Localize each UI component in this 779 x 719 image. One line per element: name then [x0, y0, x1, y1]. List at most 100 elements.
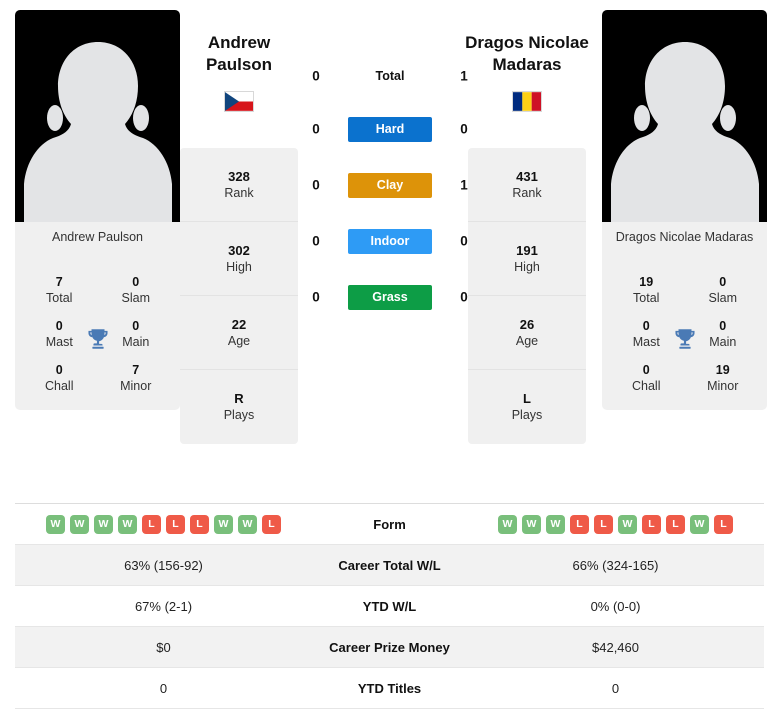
rank-stat: 328 Rank: [180, 148, 298, 222]
surface-wins-left: 0: [312, 289, 320, 305]
surface-wins-left: 0: [312, 68, 320, 84]
form-badge[interactable]: W: [70, 514, 89, 534]
rank-label: High: [226, 259, 252, 274]
rank-value: 26: [519, 316, 535, 332]
surface-wins-right: 0: [460, 289, 468, 305]
titles-grid-right: 19 Total 0 Slam 0 Mast 0 Main 0 Chall 19…: [602, 268, 767, 410]
form-badge[interactable]: W: [522, 514, 541, 534]
form-badge[interactable]: L: [594, 514, 613, 534]
rank-stat: R Plays: [180, 370, 298, 444]
form-badge[interactable]: L: [666, 514, 685, 534]
player-photo-right: [602, 10, 767, 222]
surface-row-clay: 0 Clay 1: [300, 171, 480, 199]
rank-value: L: [523, 391, 531, 406]
player-silhouette-icon: [610, 42, 759, 222]
table-row: 63% (156-92) Career Total W/L 66% (324-165…: [15, 544, 764, 586]
form-badge[interactable]: W: [546, 514, 565, 534]
rank-label: Plays: [223, 408, 255, 422]
form-badge[interactable]: W: [94, 514, 113, 534]
title-value: 0: [719, 275, 727, 289]
form-badge[interactable]: L: [570, 514, 589, 534]
rank-label: Rank: [224, 185, 254, 200]
title-label: Chall: [632, 379, 661, 393]
player-name-left-line1: Andrew: [207, 33, 271, 52]
surface-wins-right: 0: [460, 121, 468, 137]
rank-stat: 431 Rank: [468, 148, 586, 222]
cmp-label: Career Prize Money: [312, 626, 467, 668]
cmp-value-left: 63% (156-92): [15, 544, 312, 586]
cmp-value-right: $42,460: [467, 626, 764, 668]
rank-stat: 22 Age: [180, 296, 298, 370]
form-badge[interactable]: W: [118, 514, 137, 534]
form-badge[interactable]: W: [46, 514, 65, 534]
surface-wins-left: 0: [312, 233, 320, 249]
form-badge[interactable]: L: [642, 514, 661, 534]
table-row: 67% (2-1) YTD W/L 0% (0-0): [15, 585, 764, 627]
comparison-table: W W W W L L L W W L Form W W W L L W L L W L 63% (156-92) Care…: [15, 503, 764, 709]
surface-h2h-bars: 0 Total 1 0 Hard 0 0 Clay 1 0 Indoor 0 0 Grass 0: [300, 62, 480, 339]
cmp-value-right: 66% (324-165): [467, 544, 764, 586]
surface-label-clay[interactable]: Clay: [348, 172, 432, 198]
player-photo-name-left: Andrew Paulson: [51, 230, 144, 244]
rank-stat: 191 High: [468, 222, 586, 296]
form-badge[interactable]: W: [618, 514, 637, 534]
title-stat: 0 Slam: [685, 268, 762, 310]
title-label: Slam: [708, 291, 737, 305]
rank-value: 302: [228, 242, 250, 258]
surface-label-indoor[interactable]: Indoor: [348, 228, 432, 254]
trophy-icon: [87, 329, 108, 349]
player-overview-section: Andrew Paulson 7 Total 0 Slam 0 Mast 0 M…: [0, 0, 779, 490]
surface-label-hard[interactable]: Hard: [348, 116, 432, 142]
rank-value: 328: [228, 168, 250, 184]
rank-label: Plays: [511, 408, 543, 422]
title-value: 19: [715, 363, 730, 377]
surface-label-grass[interactable]: Grass: [348, 284, 432, 310]
player-card-right[interactable]: Dragos Nicolae Madaras 19 Total 0 Slam 0…: [602, 10, 767, 410]
title-stat: 19 Minor: [685, 356, 762, 398]
ro-flag-icon: [512, 91, 542, 112]
title-value: 0: [132, 275, 140, 289]
cz-flag-icon: [224, 91, 254, 112]
cmp-value-left: $0: [15, 626, 312, 668]
rank-stat: L Plays: [468, 370, 586, 444]
surface-wins-right: 1: [460, 68, 468, 84]
cmp-value-left: WWWWLLLWWL: [15, 503, 312, 545]
surface-row-total: 0 Total 1: [300, 62, 480, 90]
form-badges-left: WWWWLLLWWL: [15, 514, 312, 534]
title-value: 7: [55, 275, 63, 289]
form-badge[interactable]: L: [714, 514, 733, 534]
form-badge[interactable]: L: [262, 514, 281, 534]
form-badge[interactable]: W: [214, 514, 233, 534]
table-row: 0 YTD Titles 0: [15, 667, 764, 709]
rank-stat: 26 Age: [468, 296, 586, 370]
rank-card-left: 328 Rank 302 High 22 Age R Plays: [180, 148, 298, 444]
rank-label: Age: [515, 333, 539, 348]
trophy-icon: [674, 329, 695, 349]
form-badge[interactable]: L: [142, 514, 161, 534]
form-badge[interactable]: L: [166, 514, 185, 534]
rank-card-right: 431 Rank 191 High 26 Age L Plays: [468, 148, 586, 444]
surface-row-grass: 0 Grass 0: [300, 283, 480, 311]
title-value: 0: [642, 363, 650, 377]
cmp-label: YTD W/L: [312, 585, 467, 627]
cmp-label: YTD Titles: [312, 667, 467, 709]
form-badge[interactable]: W: [498, 514, 517, 534]
title-stat: 7 Total: [21, 268, 98, 310]
cmp-label: Form: [312, 503, 467, 545]
title-value: 0: [55, 363, 63, 377]
form-badge[interactable]: W: [690, 514, 709, 534]
title-stat: 7 Minor: [98, 356, 175, 398]
form-badge[interactable]: W: [238, 514, 257, 534]
title-stat: 0 Chall: [21, 356, 98, 398]
surface-wins-left: 0: [312, 177, 320, 193]
cmp-value-right: WWWLLWLLWL: [467, 503, 764, 545]
surface-label-total: Total: [375, 69, 405, 83]
title-stat: 0 Slam: [98, 268, 175, 310]
rank-value: 22: [231, 316, 247, 332]
form-badge[interactable]: L: [190, 514, 209, 534]
head-to-head-comparison: Andrew Paulson 7 Total 0 Slam 0 Mast 0 M…: [0, 0, 779, 719]
rank-label: Rank: [512, 185, 542, 200]
title-stat: 19 Total: [608, 268, 685, 310]
title-label: Minor: [120, 379, 152, 393]
form-badges-right: WWWLLWLLWL: [467, 514, 764, 534]
